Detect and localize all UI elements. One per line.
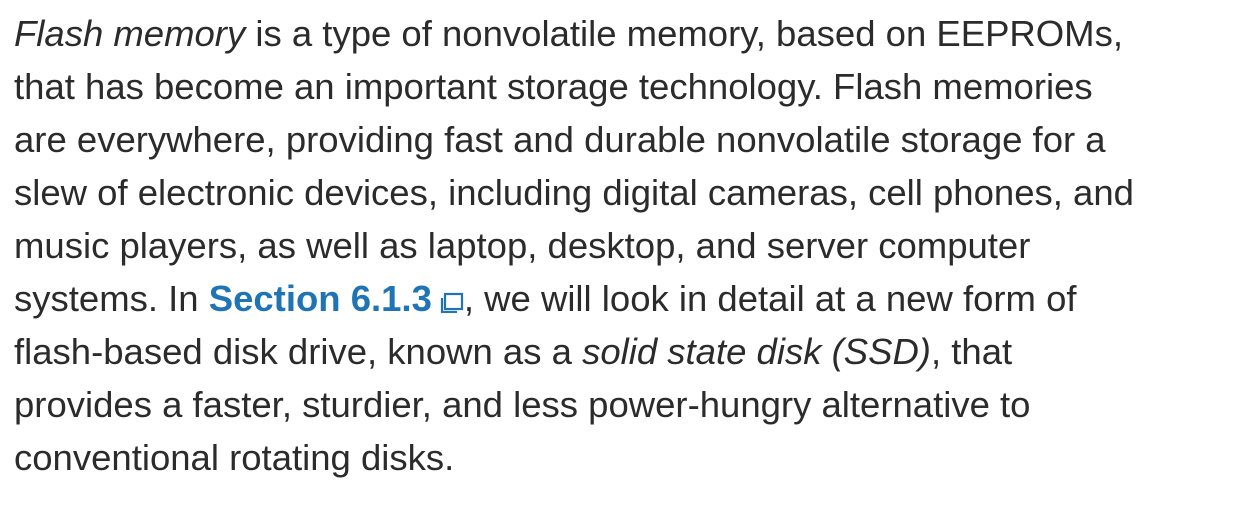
body-paragraph: Flash memory is a type of nonvolatile me…: [14, 7, 1249, 484]
paragraph-line: provides a faster, sturdier, and less po…: [14, 378, 1249, 431]
line-text: that has become an important storage tec…: [14, 66, 1093, 107]
external-window-icon: [440, 289, 464, 313]
paragraph-line: flash-based disk drive, known as a solid…: [14, 325, 1249, 378]
term-ssd: solid state disk (SSD): [582, 331, 931, 372]
paragraph-line: systems. In Section 6.1.3 , we will look …: [14, 272, 1249, 325]
line-text: , we will look in detail at a new form o…: [463, 278, 1077, 319]
section-link[interactable]: Section 6.1.3: [209, 278, 464, 319]
page: Flash memory is a type of nonvolatile me…: [0, 0, 1249, 531]
paragraph-line: are everywhere, providing fast and durab…: [14, 113, 1249, 166]
line-text: slew of electronic devices, including di…: [14, 172, 1134, 213]
term-flash-memory: Flash memory: [14, 13, 246, 54]
line-text: flash-based disk drive, known as a: [14, 331, 583, 372]
paragraph-line: music players, as well as laptop, deskto…: [14, 219, 1249, 272]
paragraph-line: conventional rotating disks.: [14, 431, 1249, 484]
line-text: is a type of nonvolatile memory, based o…: [245, 13, 1123, 54]
line-text: , that: [930, 331, 1013, 372]
line-text: conventional rotating disks.: [14, 437, 455, 478]
section-link-label: Section 6.1.3: [208, 278, 432, 319]
line-text: provides a faster, sturdier, and less po…: [14, 384, 1031, 425]
line-text: are everywhere, providing fast and durab…: [14, 119, 1106, 160]
line-text: music players, as well as laptop, deskto…: [14, 225, 1031, 266]
paragraph-line: that has become an important storage tec…: [14, 60, 1249, 113]
paragraph-line: Flash memory is a type of nonvolatile me…: [14, 7, 1249, 60]
line-text: systems. In: [14, 278, 209, 319]
paragraph-line: slew of electronic devices, including di…: [14, 166, 1249, 219]
